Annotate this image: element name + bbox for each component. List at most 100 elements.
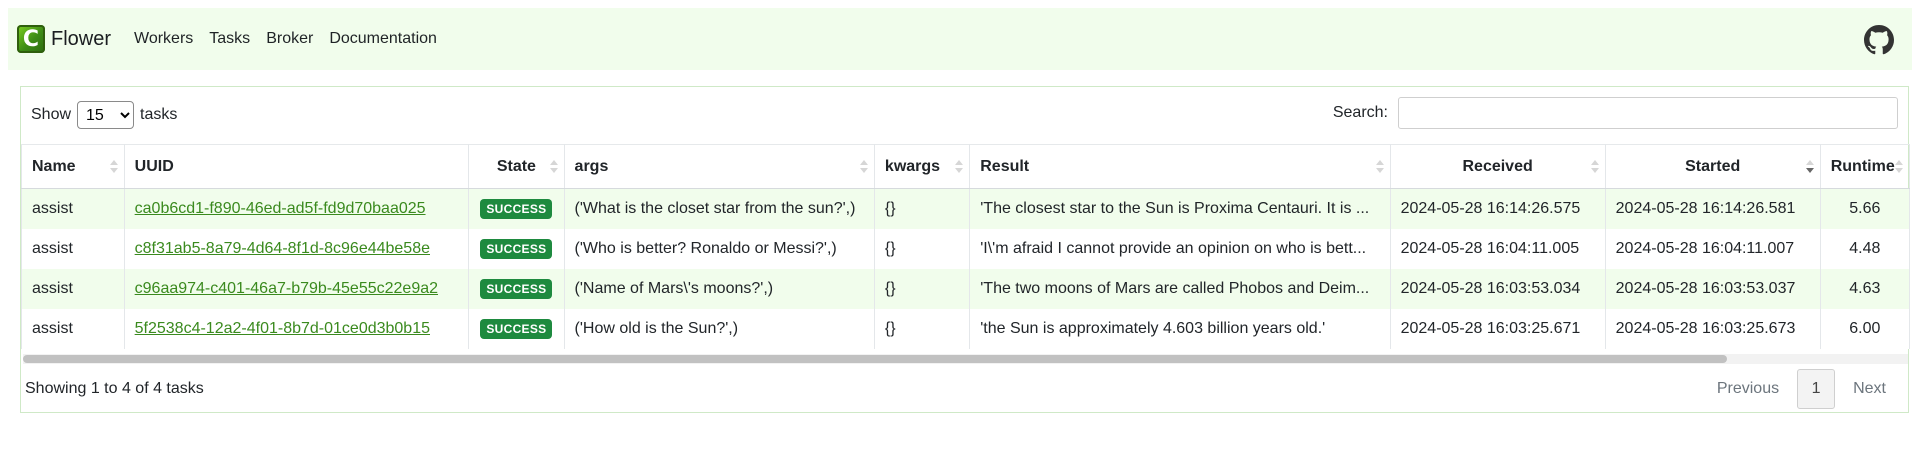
column-header-state[interactable]: State [468,144,565,189]
status-badge: SUCCESS [480,278,553,299]
cell-args: ('Who is better? Ronaldo or Messi?',) [563,228,875,269]
cell-name: assist [21,268,125,309]
nav-link-workers[interactable]: Workers [134,30,193,48]
page-length-select[interactable]: 15 [77,101,135,129]
cell-result: 'I\'m afraid I cannot provide an opinion… [969,228,1391,269]
cell-received: 2024-05-28 16:03:53.034 [1389,268,1606,309]
table-row: assist ca0b6cd1-f890-46ed-ad5f-fd9d70baa… [21,188,1911,229]
table-info: Showing 1 to 4 of 4 tasks [25,380,204,397]
column-header-received[interactable]: Received [1389,144,1606,189]
cell-received: 2024-05-28 16:04:11.005 [1389,228,1606,269]
result-text: 'I\'m afraid I cannot provide an opinion… [980,239,1367,257]
column-header-label: args [574,157,609,175]
task-uuid-link[interactable]: ca0b6cd1-f890-46ed-ad5f-fd9d70baa025 [135,200,426,217]
page-length-control: Show 15 tasks [31,101,177,129]
cell-args: ('Name of Mars\'s moons?',) [563,268,875,309]
cell-state: SUCCESS [468,188,565,229]
status-badge: SUCCESS [480,198,553,219]
nav-link-tasks[interactable]: Tasks [209,30,250,48]
sort-icon [859,158,868,176]
result-text: 'the Sun is approximately 4.603 billion … [980,319,1326,337]
cell-result: 'the Sun is approximately 4.603 billion … [969,308,1391,349]
column-header-runtime[interactable]: Runtime [1819,144,1911,189]
column-header-label: UUID [134,157,174,175]
sort-desc-icon [1805,158,1814,176]
tasks-label: tasks [140,106,178,123]
task-uuid-link[interactable]: c8f31ab5-8a79-4d64-8f1d-8c96e44be58e [135,240,430,257]
pagination: Previous 1 Next [1703,369,1900,409]
previous-button[interactable]: Previous [1703,380,1793,398]
navbar: C Flower Workers Tasks Broker Documentat… [8,8,1912,70]
cell-state: SUCCESS [468,228,565,269]
sort-icon [109,158,118,176]
page-1-button[interactable]: 1 [1797,369,1836,409]
sort-icon [1895,158,1903,176]
cell-uuid: ca0b6cd1-f890-46ed-ad5f-fd9d70baa025 [123,188,470,229]
tasks-panel: Show 15 tasks Search: Name UUID State ar… [20,86,1911,413]
sort-icon [1375,158,1384,176]
sort-icon [955,158,964,176]
sort-icon [549,158,558,176]
cell-args: ('What is the closet star from the sun?'… [563,188,875,229]
brand-name: Flower [51,27,112,50]
cell-result: 'The two moons of Mars are called Phobos… [969,268,1391,309]
column-header-label: kwargs [884,157,941,175]
column-header-args[interactable]: args [563,144,875,189]
cell-received: 2024-05-28 16:14:26.575 [1389,188,1606,229]
tasks-table: Name UUID State args kwargs Result Recei… [21,144,1911,349]
column-header-label: Started [1685,157,1741,175]
cell-uuid: c96aa974-c401-46a7-b79b-45e55c22e9a2 [123,268,470,309]
nav-links: Workers Tasks Broker Documentation [134,30,453,48]
cell-kwargs: {} [873,268,971,309]
cell-args: ('How old is the Sun?',) [563,308,875,349]
column-header-result[interactable]: Result [969,144,1391,189]
cell-runtime: 5.66 [1819,188,1911,229]
status-badge: SUCCESS [480,238,553,259]
column-header-started[interactable]: Started [1604,144,1821,189]
search-input[interactable] [1398,97,1898,129]
task-uuid-link[interactable]: 5f2538c4-12a2-4f01-8b7d-01ce0d3b0b15 [135,320,430,337]
cell-kwargs: {} [873,308,971,349]
cell-runtime: 4.48 [1819,228,1911,269]
search-control: Search: [1333,97,1898,129]
column-header-label: State [496,157,536,175]
status-badge: SUCCESS [480,318,553,339]
cell-started: 2024-05-28 16:04:11.007 [1604,228,1821,269]
result-text: 'The closest star to the Sun is Proxima … [980,199,1370,217]
column-header-kwargs[interactable]: kwargs [873,144,971,189]
cell-started: 2024-05-28 16:03:25.673 [1604,308,1821,349]
flower-logo-icon: C [17,25,45,53]
column-header-label: Runtime [1830,157,1895,175]
show-label: Show [31,106,72,123]
cell-state: SUCCESS [468,268,565,309]
search-label: Search: [1332,104,1388,121]
cell-started: 2024-05-28 16:14:26.581 [1604,188,1821,229]
table-header-row: Name UUID State args kwargs Result Recei… [21,144,1911,189]
column-header-label: Result [980,157,1030,175]
github-icon[interactable] [1864,25,1894,55]
column-header-uuid[interactable]: UUID [123,144,470,189]
column-header-label: Name [32,157,76,175]
cell-uuid: 5f2538c4-12a2-4f01-8b7d-01ce0d3b0b15 [123,308,470,349]
column-header-name[interactable]: Name [21,144,125,189]
task-uuid-link[interactable]: c96aa974-c401-46a7-b79b-45e55c22e9a2 [135,280,438,297]
cell-result: 'The closest star to the Sun is Proxima … [969,188,1391,229]
next-button[interactable]: Next [1839,380,1900,398]
cell-kwargs: {} [873,228,971,269]
cell-received: 2024-05-28 16:03:25.671 [1389,308,1606,349]
cell-kwargs: {} [873,188,971,229]
table-row: assist 5f2538c4-12a2-4f01-8b7d-01ce0d3b0… [21,308,1911,349]
brand[interactable]: C Flower [17,25,111,53]
cell-name: assist [21,228,125,269]
column-header-label: Received [1462,157,1533,175]
cell-name: assist [21,308,125,349]
nav-link-broker[interactable]: Broker [266,30,313,48]
table-row: assist c8f31ab5-8a79-4d64-8f1d-8c96e44be… [21,228,1911,269]
cell-runtime: 4.63 [1819,268,1911,309]
cell-name: assist [21,188,125,229]
nav-link-documentation[interactable]: Documentation [329,30,437,48]
result-text: 'The two moons of Mars are called Phobos… [980,279,1370,297]
sort-icon [1590,158,1599,176]
cell-state: SUCCESS [468,308,565,349]
scrollbar-thumb[interactable] [23,355,1727,363]
